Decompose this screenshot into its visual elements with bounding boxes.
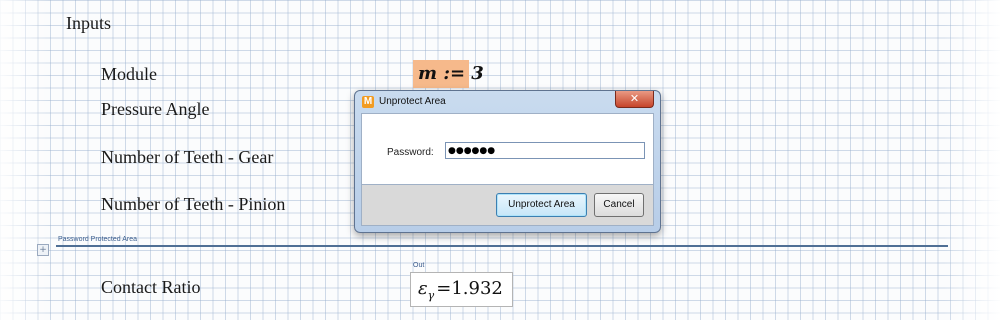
dialog-titlebar[interactable]: M Unprotect Area ✕ <box>355 91 660 113</box>
expand-region-plus-icon[interactable]: + <box>37 244 49 256</box>
close-button[interactable]: ✕ <box>615 91 654 108</box>
password-input[interactable] <box>445 142 645 159</box>
result-symbol: ε <box>418 278 428 299</box>
worksheet-left-margin <box>0 0 52 320</box>
unprotect-area-button[interactable]: Unprotect Area <box>496 193 587 217</box>
result-subscript: γ <box>427 289 435 302</box>
dialog-footer: Unprotect Area Cancel <box>361 185 654 226</box>
contact-ratio-label: Contact Ratio <box>101 277 201 297</box>
teeth-gear-label: Number of Teeth - Gear <box>101 147 274 167</box>
unprotect-area-dialog[interactable]: M Unprotect Area ✕ Password: Unprotect A… <box>354 90 661 233</box>
close-icon: ✕ <box>629 92 640 105</box>
result-value: 1.932 <box>451 278 503 299</box>
worksheet-right-margin <box>944 0 1000 320</box>
teeth-pinion-label: Number of Teeth - Pinion <box>101 194 286 214</box>
dialog-title: Unprotect Area <box>379 96 446 107</box>
protected-area-label: Password Protected Area <box>58 236 137 243</box>
contact-ratio-result-box[interactable]: εγ =1.932 <box>410 272 513 307</box>
pressure-angle-label: Pressure Angle <box>101 99 210 119</box>
output-indicator-label: Out <box>413 262 425 269</box>
module-label: Module <box>101 64 157 84</box>
result-equals: = <box>436 278 452 299</box>
cancel-button[interactable]: Cancel <box>594 193 644 217</box>
module-expression[interactable]: m := 3 <box>418 63 484 84</box>
dialog-body: Password: <box>361 113 654 185</box>
section-title-inputs: Inputs <box>66 13 111 33</box>
password-label: Password: <box>387 147 434 158</box>
contact-ratio-result: εγ =1.932 <box>418 278 503 302</box>
mathcad-app-icon: M <box>362 96 374 108</box>
protected-area-boundary-line[interactable] <box>56 245 948 247</box>
